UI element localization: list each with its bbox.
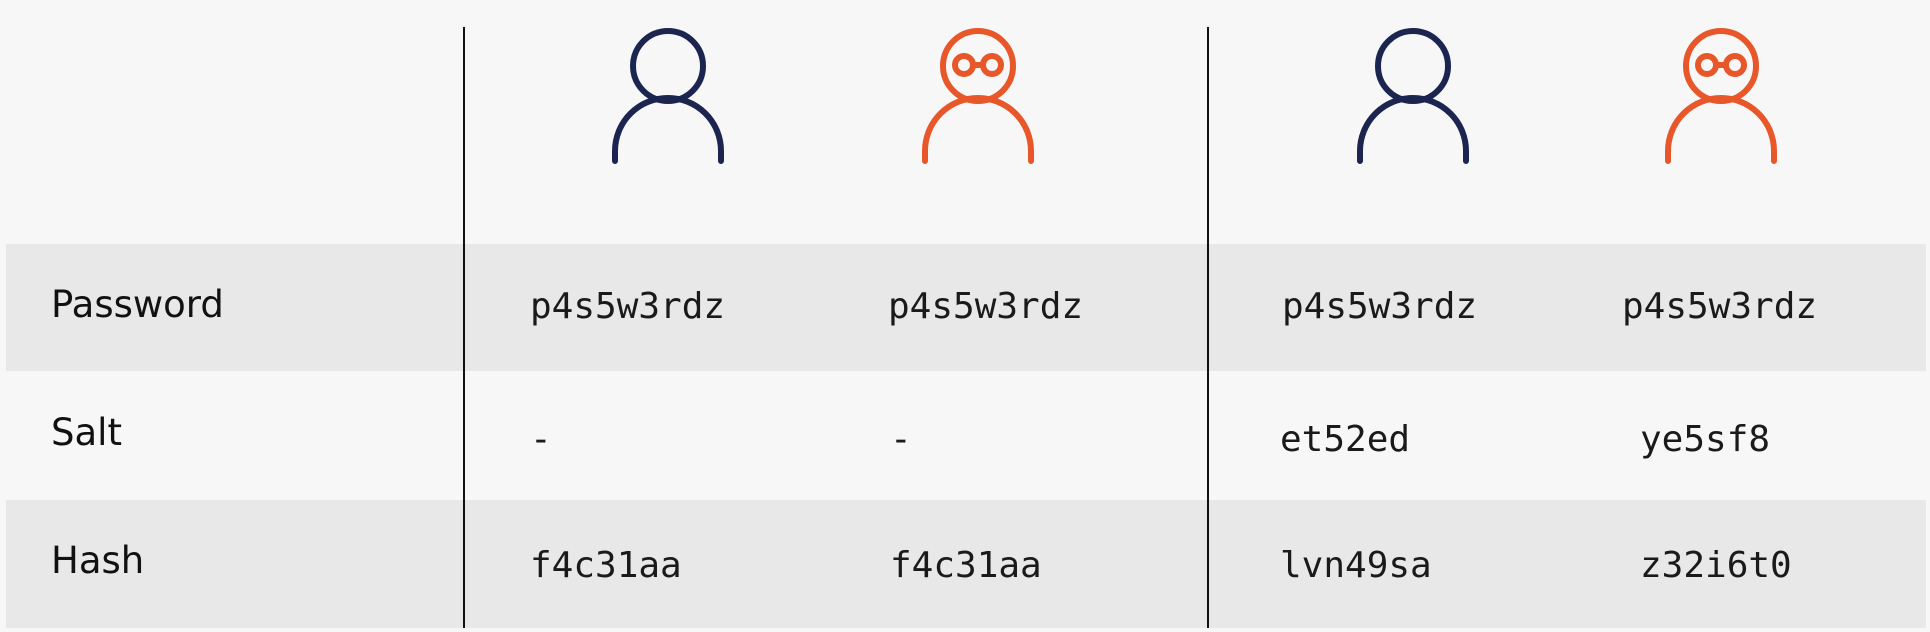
hash-cell: f4c31aa bbox=[890, 545, 1042, 586]
salt-cell: ye5sf8 bbox=[1640, 419, 1771, 460]
password-cell: p4s5w3rdz bbox=[530, 286, 726, 327]
hash-row-label: Hash bbox=[51, 539, 145, 582]
user-person-icon bbox=[1357, 27, 1469, 167]
hash-cell: f4c31aa bbox=[530, 545, 682, 586]
salt-cell: et52ed bbox=[1280, 419, 1411, 460]
column-divider-left bbox=[463, 27, 465, 628]
password-cell: p4s5w3rdz bbox=[1622, 286, 1818, 327]
hash-cell: lvn49sa bbox=[1280, 545, 1432, 586]
column-divider-right bbox=[1207, 27, 1209, 628]
attacker-person-with-glasses-icon bbox=[1665, 27, 1777, 167]
password-cell: p4s5w3rdz bbox=[888, 286, 1084, 327]
user-person-icon bbox=[612, 27, 724, 167]
salt-cell: - bbox=[530, 419, 552, 460]
salt-row-label: Salt bbox=[51, 411, 122, 454]
password-cell: p4s5w3rdz bbox=[1282, 286, 1478, 327]
salt-cell: - bbox=[890, 419, 912, 460]
hash-cell: z32i6t0 bbox=[1640, 545, 1792, 586]
password-row-label: Password bbox=[51, 283, 224, 326]
attacker-person-with-glasses-icon bbox=[922, 27, 1034, 167]
